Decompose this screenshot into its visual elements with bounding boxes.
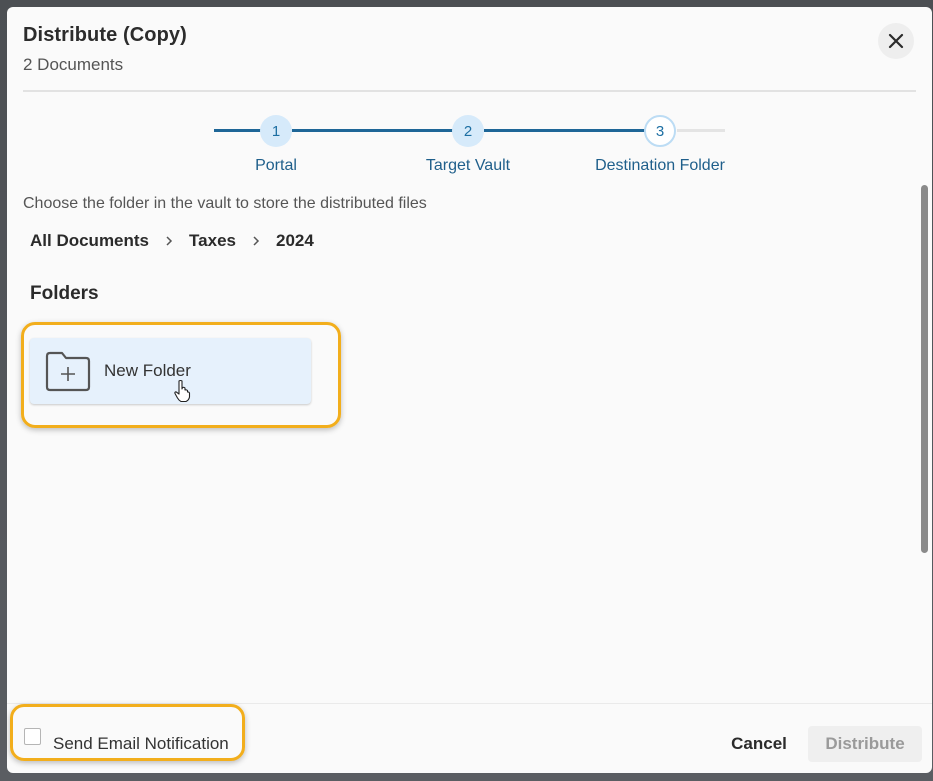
cancel-button[interactable]: Cancel [719,726,799,762]
hand-cursor-icon [173,379,191,408]
instructions-text: Choose the folder in the vault to store … [23,195,427,212]
step-connector [484,129,646,132]
dialog-subtitle: 2 Documents [23,55,124,74]
step-connector [214,129,262,132]
breadcrumb-item-2024: 2024 [275,231,314,250]
send-email-label[interactable]: Send Email Notification [53,734,229,754]
close-icon [888,33,904,49]
step-connector [292,129,454,132]
new-folder-button[interactable]: New Folder [30,338,311,404]
progress-stepper: 1 2 3 Portal Target Vault Destination Fo… [7,93,932,193]
breadcrumb-item-taxes[interactable]: Taxes [189,231,236,251]
close-button[interactable] [878,23,914,59]
chevron-right-icon [165,235,173,247]
step-1-indicator: 1 [260,115,292,147]
dialog-body: 1 2 3 Portal Target Vault Destination Fo… [7,93,932,703]
scrollbar-thumb[interactable] [921,185,928,553]
header-divider [23,90,916,92]
send-email-checkbox[interactable] [24,728,41,745]
dialog-title: Distribute (Copy) [23,24,187,46]
breadcrumb-item-all-documents[interactable]: All Documents [30,231,149,251]
chevron-right-icon [252,235,260,247]
step-connector [677,129,725,132]
step-2-indicator: 2 [452,115,484,147]
folder-plus-icon [44,350,92,392]
new-folder-label: New Folder [104,361,191,380]
distribute-button[interactable]: Distribute [808,726,922,762]
distribute-dialog: Distribute (Copy) 2 Documents 1 2 3 Port… [7,7,932,773]
step-3-label: Destination Folder [595,157,725,174]
step-2-label: Target Vault [425,157,511,174]
folders-heading: Folders [30,283,99,304]
step-1-label: Portal [255,157,297,174]
step-3-indicator: 3 [644,115,676,147]
breadcrumb: All Documents Taxes 2024 [30,231,314,251]
